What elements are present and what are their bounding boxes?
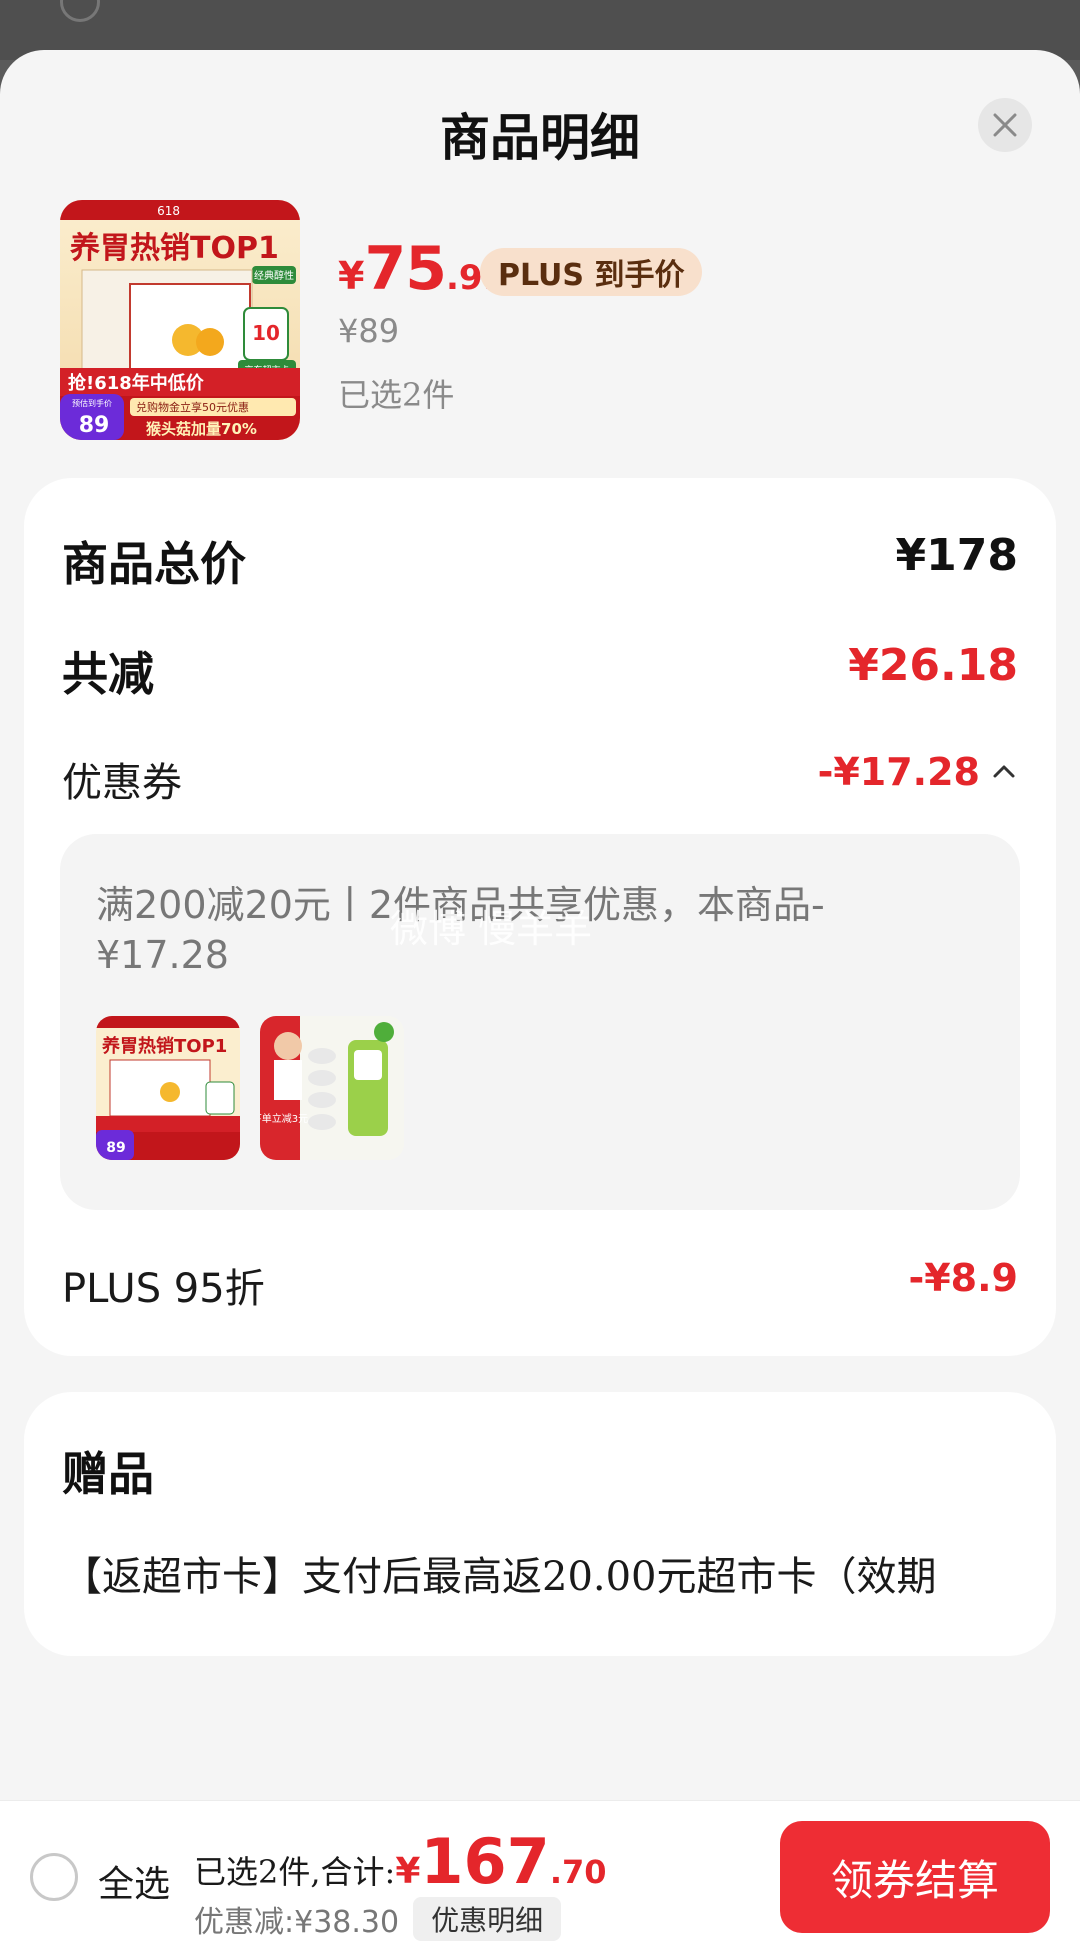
coupon-toggle[interactable]: -¥17.28 xyxy=(818,750,1018,794)
total-price-value: ¥178 xyxy=(895,530,1018,581)
discount-summary: 优惠减:¥38.30 优惠明细 xyxy=(194,1897,562,1941)
price-integer: 75 xyxy=(364,234,446,304)
checkout-button[interactable]: 领券结算 xyxy=(780,1821,1050,1933)
total-price-label: 商品总价 xyxy=(62,537,246,591)
select-all-label[interactable]: 全选 xyxy=(98,1855,170,1907)
thumb-price-tag: 89 xyxy=(79,413,110,438)
coupon-item-thumbnail-tissue[interactable]: 下单立减3元 xyxy=(260,1016,404,1160)
gift-card: 赠品 【返超市卡】支付后最高返20.00元超市卡（效期 xyxy=(24,1392,1056,1656)
product-thumbnail: 618 养胃热销TOP1 经典醇性 10 京东超市卡 抢!618年中低价 预估到… xyxy=(60,200,300,440)
plus-discount-label: PLUS 95折 xyxy=(62,1266,265,1312)
select-all-radio[interactable] xyxy=(30,1853,78,1901)
thumb-feature-line: 猴头菇加量70% xyxy=(146,420,257,438)
background-radio-ghost xyxy=(60,0,100,22)
mini-soup-headline: 养胃热销TOP1 xyxy=(101,1035,227,1057)
sheet-title: 商品明细 xyxy=(440,108,640,167)
mini-soup-price: 89 xyxy=(106,1140,125,1156)
watermark: 微博 慢羊羊 xyxy=(390,907,593,951)
order-total-label: 已选2件,合计: xyxy=(194,1853,396,1891)
close-button[interactable] xyxy=(978,98,1032,152)
gift-description: 【返超市卡】支付后最高返20.00元超市卡（效期 xyxy=(62,1554,937,1600)
discount-detail-button[interactable]: 优惠明细 xyxy=(413,1897,562,1941)
selected-count: 已选2件 xyxy=(338,376,455,414)
product-detail-sheet: 商品明细 618 养胃热销TOP1 经典醇性 10 抢!618年中低价 预估到手… xyxy=(0,50,1080,1946)
order-total-integer: 167 xyxy=(420,1825,550,1898)
coupon-detail-box: 满200减20元丨2件商品共享优惠，本商品-¥17.28 微博 慢羊羊 养胃热销… xyxy=(60,834,1020,1210)
thumb-side-badge: 10 xyxy=(252,321,280,345)
order-total: 已选2件,合计: ¥ 167 .70 xyxy=(194,1825,607,1898)
discount-amount: 优惠减:¥38.30 xyxy=(194,1905,400,1940)
thumb-brand-tag: 经典醇性 xyxy=(254,269,294,282)
thumb-headline: 养胃热销TOP1 xyxy=(70,231,279,266)
close-icon xyxy=(993,113,1017,137)
thumb-coupon-line: 兑购物金立享50元优惠 xyxy=(136,400,249,414)
chevron-up-icon xyxy=(993,765,1015,778)
thumb-tag-618: 618 xyxy=(157,204,180,218)
coupon-item-thumbnail-soup[interactable]: 养胃热销TOP1 89 xyxy=(96,1016,240,1160)
coupon-value: -¥17.28 xyxy=(817,750,980,794)
plus-discount-value: -¥8.9 xyxy=(908,1256,1018,1300)
price-symbol: ¥ xyxy=(338,254,365,298)
coupon-label: 优惠券 xyxy=(62,760,182,806)
plus-price-badge: PLUS 到手价 xyxy=(480,248,703,296)
reduction-value: ¥26.18 xyxy=(848,640,1018,691)
reduction-label: 共减 xyxy=(62,647,154,701)
price-summary-card: 商品总价 ¥178 共减 ¥26.18 优惠券 -¥17.28 满200减20元… xyxy=(24,478,1056,1356)
original-price: ¥89 xyxy=(338,312,400,350)
thumb-promo-line: 抢!618年中低价 xyxy=(68,372,205,394)
thumb-price-caption: 预估到手价 xyxy=(72,398,112,408)
checkout-bar: 全选 已选2件,合计: ¥ 167 .70 优惠减:¥38.30 优惠明细 领券… xyxy=(0,1800,1080,1946)
order-total-decimal: .70 xyxy=(549,1853,607,1891)
gift-title: 赠品 xyxy=(62,1447,154,1501)
order-total-symbol: ¥ xyxy=(395,1851,421,1892)
mini-tissue-headline: 下单立减3元 xyxy=(260,1112,308,1125)
